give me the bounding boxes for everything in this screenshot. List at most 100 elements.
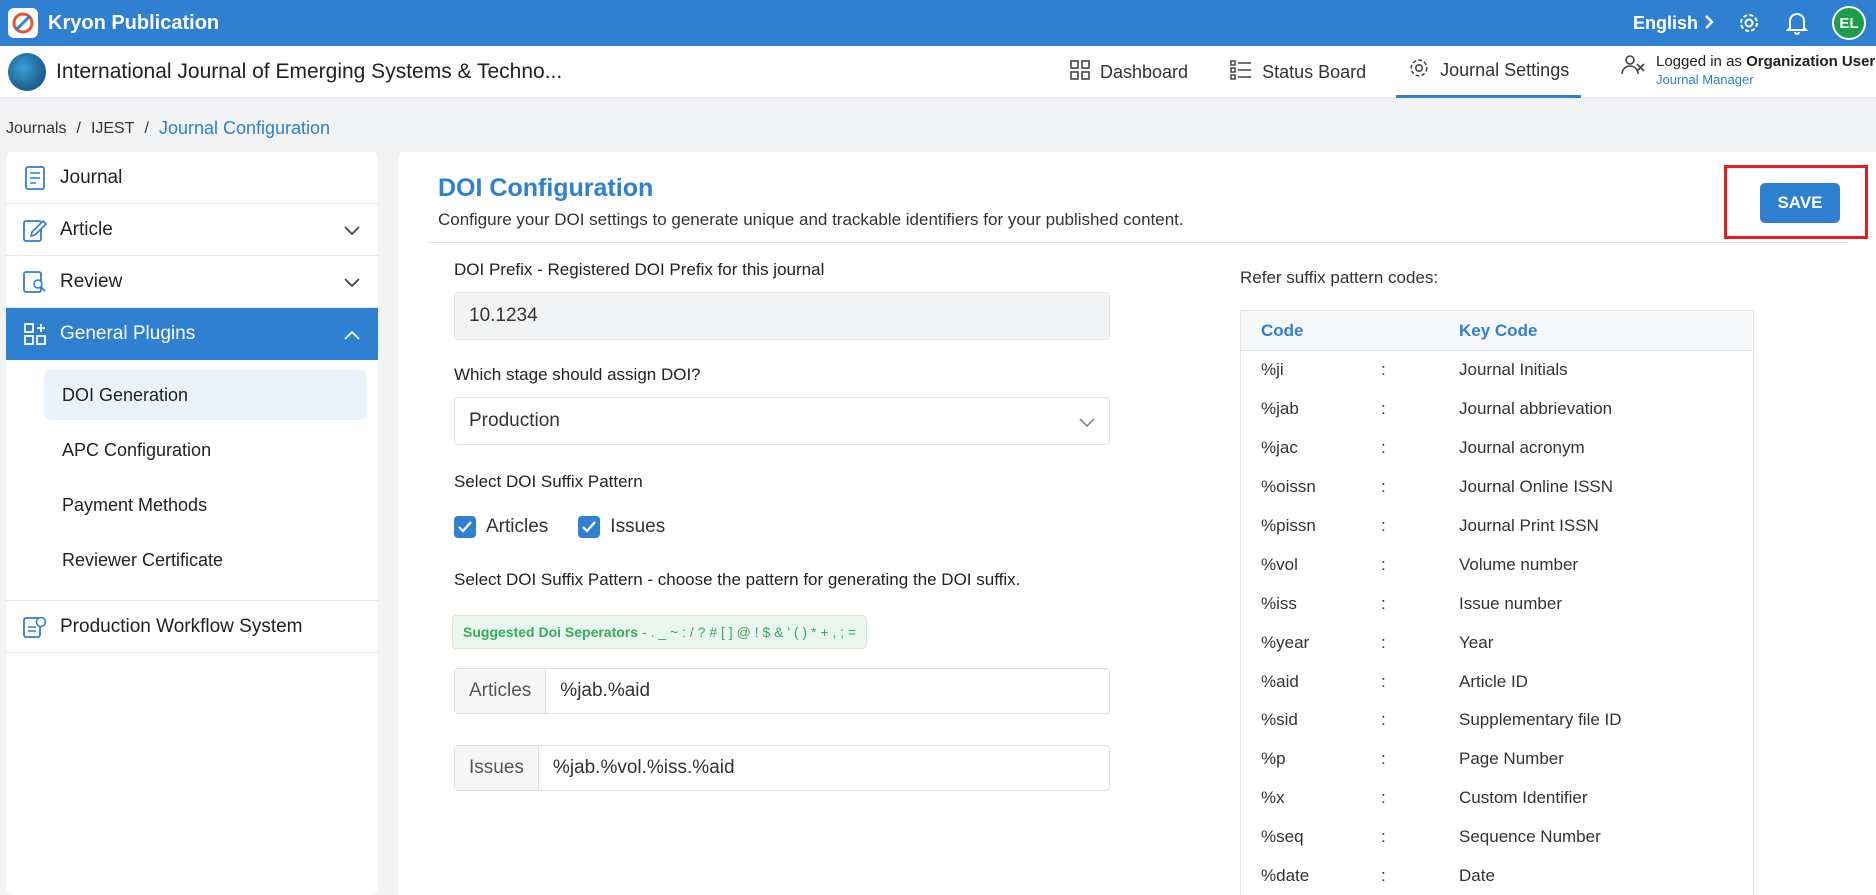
code-separator: : (1381, 749, 1386, 769)
issues-checkbox-label: Issues (610, 516, 666, 537)
header-divider (428, 242, 1848, 243)
brand-name[interactable]: Kryon Publication (48, 12, 219, 35)
main-nav: Dashboard Status Board Journal Settings (1058, 46, 1599, 98)
key-code-cell: Journal Online ISSN (1459, 477, 1614, 497)
key-code-cell: Sequence Number (1459, 827, 1601, 847)
doi-stage-select[interactable]: Production (454, 397, 1110, 445)
code-separator: : (1381, 360, 1386, 380)
sidebar-item-label: General Plugins (60, 323, 196, 344)
separators-label: Suggested Doi Seperators (463, 624, 639, 640)
code-cell: %ji (1261, 360, 1284, 380)
sidebar-subitem-reviewer-certificate[interactable]: Reviewer Certificate (44, 535, 366, 585)
key-code-cell: Custom Identifier (1459, 788, 1588, 808)
table-row: %x: Custom Identifier (1241, 779, 1753, 818)
journal-title: International Journal of Emerging System… (56, 59, 563, 83)
chevron-up-icon (344, 324, 360, 346)
doi-prefix-label: DOI Prefix - Registered DOI Prefix for t… (454, 260, 825, 279)
sidebar-item-review[interactable]: Review (6, 256, 378, 308)
sidebar-item-label: Journal (60, 166, 123, 188)
save-button[interactable]: SAVE (1760, 183, 1840, 223)
issues-pattern-input[interactable]: Issues %jab.%vol.%iss.%aid (454, 745, 1110, 791)
code-cell: %jab (1261, 399, 1299, 419)
articles-pattern-value: %jab.%aid (560, 680, 651, 701)
user-avatar[interactable]: EL (1832, 6, 1866, 40)
issues-checkbox[interactable]: Issues (578, 516, 665, 538)
code-cell: %jac (1261, 438, 1298, 458)
logged-in-user[interactable]: Logged in as Organization User Journal M… (1620, 52, 1875, 87)
sidebar-item-article[interactable]: Article (6, 204, 378, 256)
plugins-icon (22, 321, 48, 347)
review-search-icon (22, 269, 48, 295)
code-separator: : (1381, 671, 1386, 691)
table-row: %jac: Journal acronym (1241, 429, 1753, 468)
table-row: %date: Date (1241, 857, 1753, 895)
code-separator: : (1381, 516, 1386, 535)
key-code-cell: Journal Print ISSN (1459, 516, 1599, 535)
code-separator: : (1381, 632, 1386, 652)
workflow-icon (22, 614, 48, 640)
key-code-cell: Supplementary file ID (1459, 710, 1622, 730)
articles-checkbox-label: Articles (486, 516, 549, 537)
breadcrumb-ijest[interactable]: IJEST (91, 120, 135, 138)
grid-icon (1070, 59, 1090, 85)
code-cell: %x (1261, 788, 1285, 808)
sidebar-subitem-payment-methods[interactable]: Payment Methods (44, 480, 366, 530)
general-plugins-submenu: DOI Generation APC Configuration Payment… (6, 360, 378, 601)
key-code-cell: Volume number (1459, 554, 1579, 574)
doi-prefix-value: 10.1234 (469, 305, 538, 326)
language-label: English (1632, 12, 1698, 33)
articles-checkbox[interactable]: Articles (454, 516, 548, 538)
code-separator: : (1381, 710, 1386, 730)
key-code-cell: Journal abbrievation (1459, 399, 1613, 419)
brand-logo-icon[interactable] (8, 8, 38, 38)
user-role-icon (1620, 52, 1646, 87)
code-separator: : (1381, 593, 1386, 613)
nav-status-board[interactable]: Status Board (1218, 46, 1378, 98)
breadcrumb-journals[interactable]: Journals (6, 120, 66, 138)
page-title: DOI Configuration (438, 174, 654, 202)
breadcrumb-current: Journal Configuration (158, 118, 331, 138)
nav-journal-settings[interactable]: Journal Settings (1396, 46, 1582, 98)
sidebar: Journal Article Review General Plugins D… (6, 152, 378, 895)
header-code: Code (1261, 320, 1304, 340)
code-separator: : (1381, 438, 1386, 458)
key-code-cell: Issue number (1459, 593, 1562, 613)
bell-icon[interactable] (1784, 10, 1810, 36)
logged-in-prefix: Logged in as (1656, 53, 1742, 70)
issues-pattern-addon: Issues (455, 746, 539, 790)
nav-dashboard[interactable]: Dashboard (1058, 46, 1200, 98)
doi-prefix-input[interactable]: 10.1234 (454, 292, 1110, 340)
chevron-down-icon (1079, 412, 1095, 434)
code-separator: : (1381, 827, 1386, 847)
sidebar-item-production-workflow[interactable]: Production Workflow System (6, 601, 378, 653)
table-row: %aid: Article ID (1241, 662, 1753, 701)
edit-document-icon (22, 217, 48, 243)
breadcrumb-separator: / (76, 119, 81, 137)
articles-pattern-input[interactable]: Articles %jab.%aid (454, 668, 1110, 714)
journal-header: International Journal of Emerging System… (0, 46, 1876, 98)
settings-gear-icon[interactable] (1736, 10, 1762, 36)
page-description: Configure your DOI settings to generate … (438, 210, 1184, 229)
sidebar-item-journal[interactable]: Journal (6, 152, 378, 204)
table-header: Code Key Code (1241, 311, 1753, 351)
status-board-icon (1230, 59, 1252, 85)
journal-logo-icon (8, 52, 46, 91)
code-cell: %vol (1261, 554, 1298, 574)
table-row: %p: Page Number (1241, 740, 1753, 779)
document-icon (22, 165, 48, 191)
top-bar: Kryon Publication English EL (0, 0, 1876, 46)
code-cell: %seq (1261, 827, 1304, 847)
code-cell: %p (1261, 749, 1286, 769)
sidebar-subitem-apc-configuration[interactable]: APC Configuration (44, 425, 366, 475)
sidebar-item-general-plugins[interactable]: General Plugins (6, 308, 378, 360)
suffix-codes-table: Code Key Code %ji: Journal Initials %jab: J… (1240, 310, 1754, 895)
table-row: %year: Year (1241, 623, 1753, 662)
code-cell: %oissn (1261, 477, 1316, 497)
sidebar-subitem-doi-generation[interactable]: DOI Generation (44, 370, 366, 420)
code-cell: %year (1261, 632, 1310, 652)
nav-dashboard-label: Dashboard (1100, 61, 1189, 82)
code-cell: %iss (1261, 593, 1297, 613)
language-selector[interactable]: English (1633, 13, 1714, 34)
nav-journal-settings-label: Journal Settings (1440, 60, 1570, 80)
doi-configuration-panel: DOI Configuration Configure your DOI set… (398, 152, 1876, 895)
